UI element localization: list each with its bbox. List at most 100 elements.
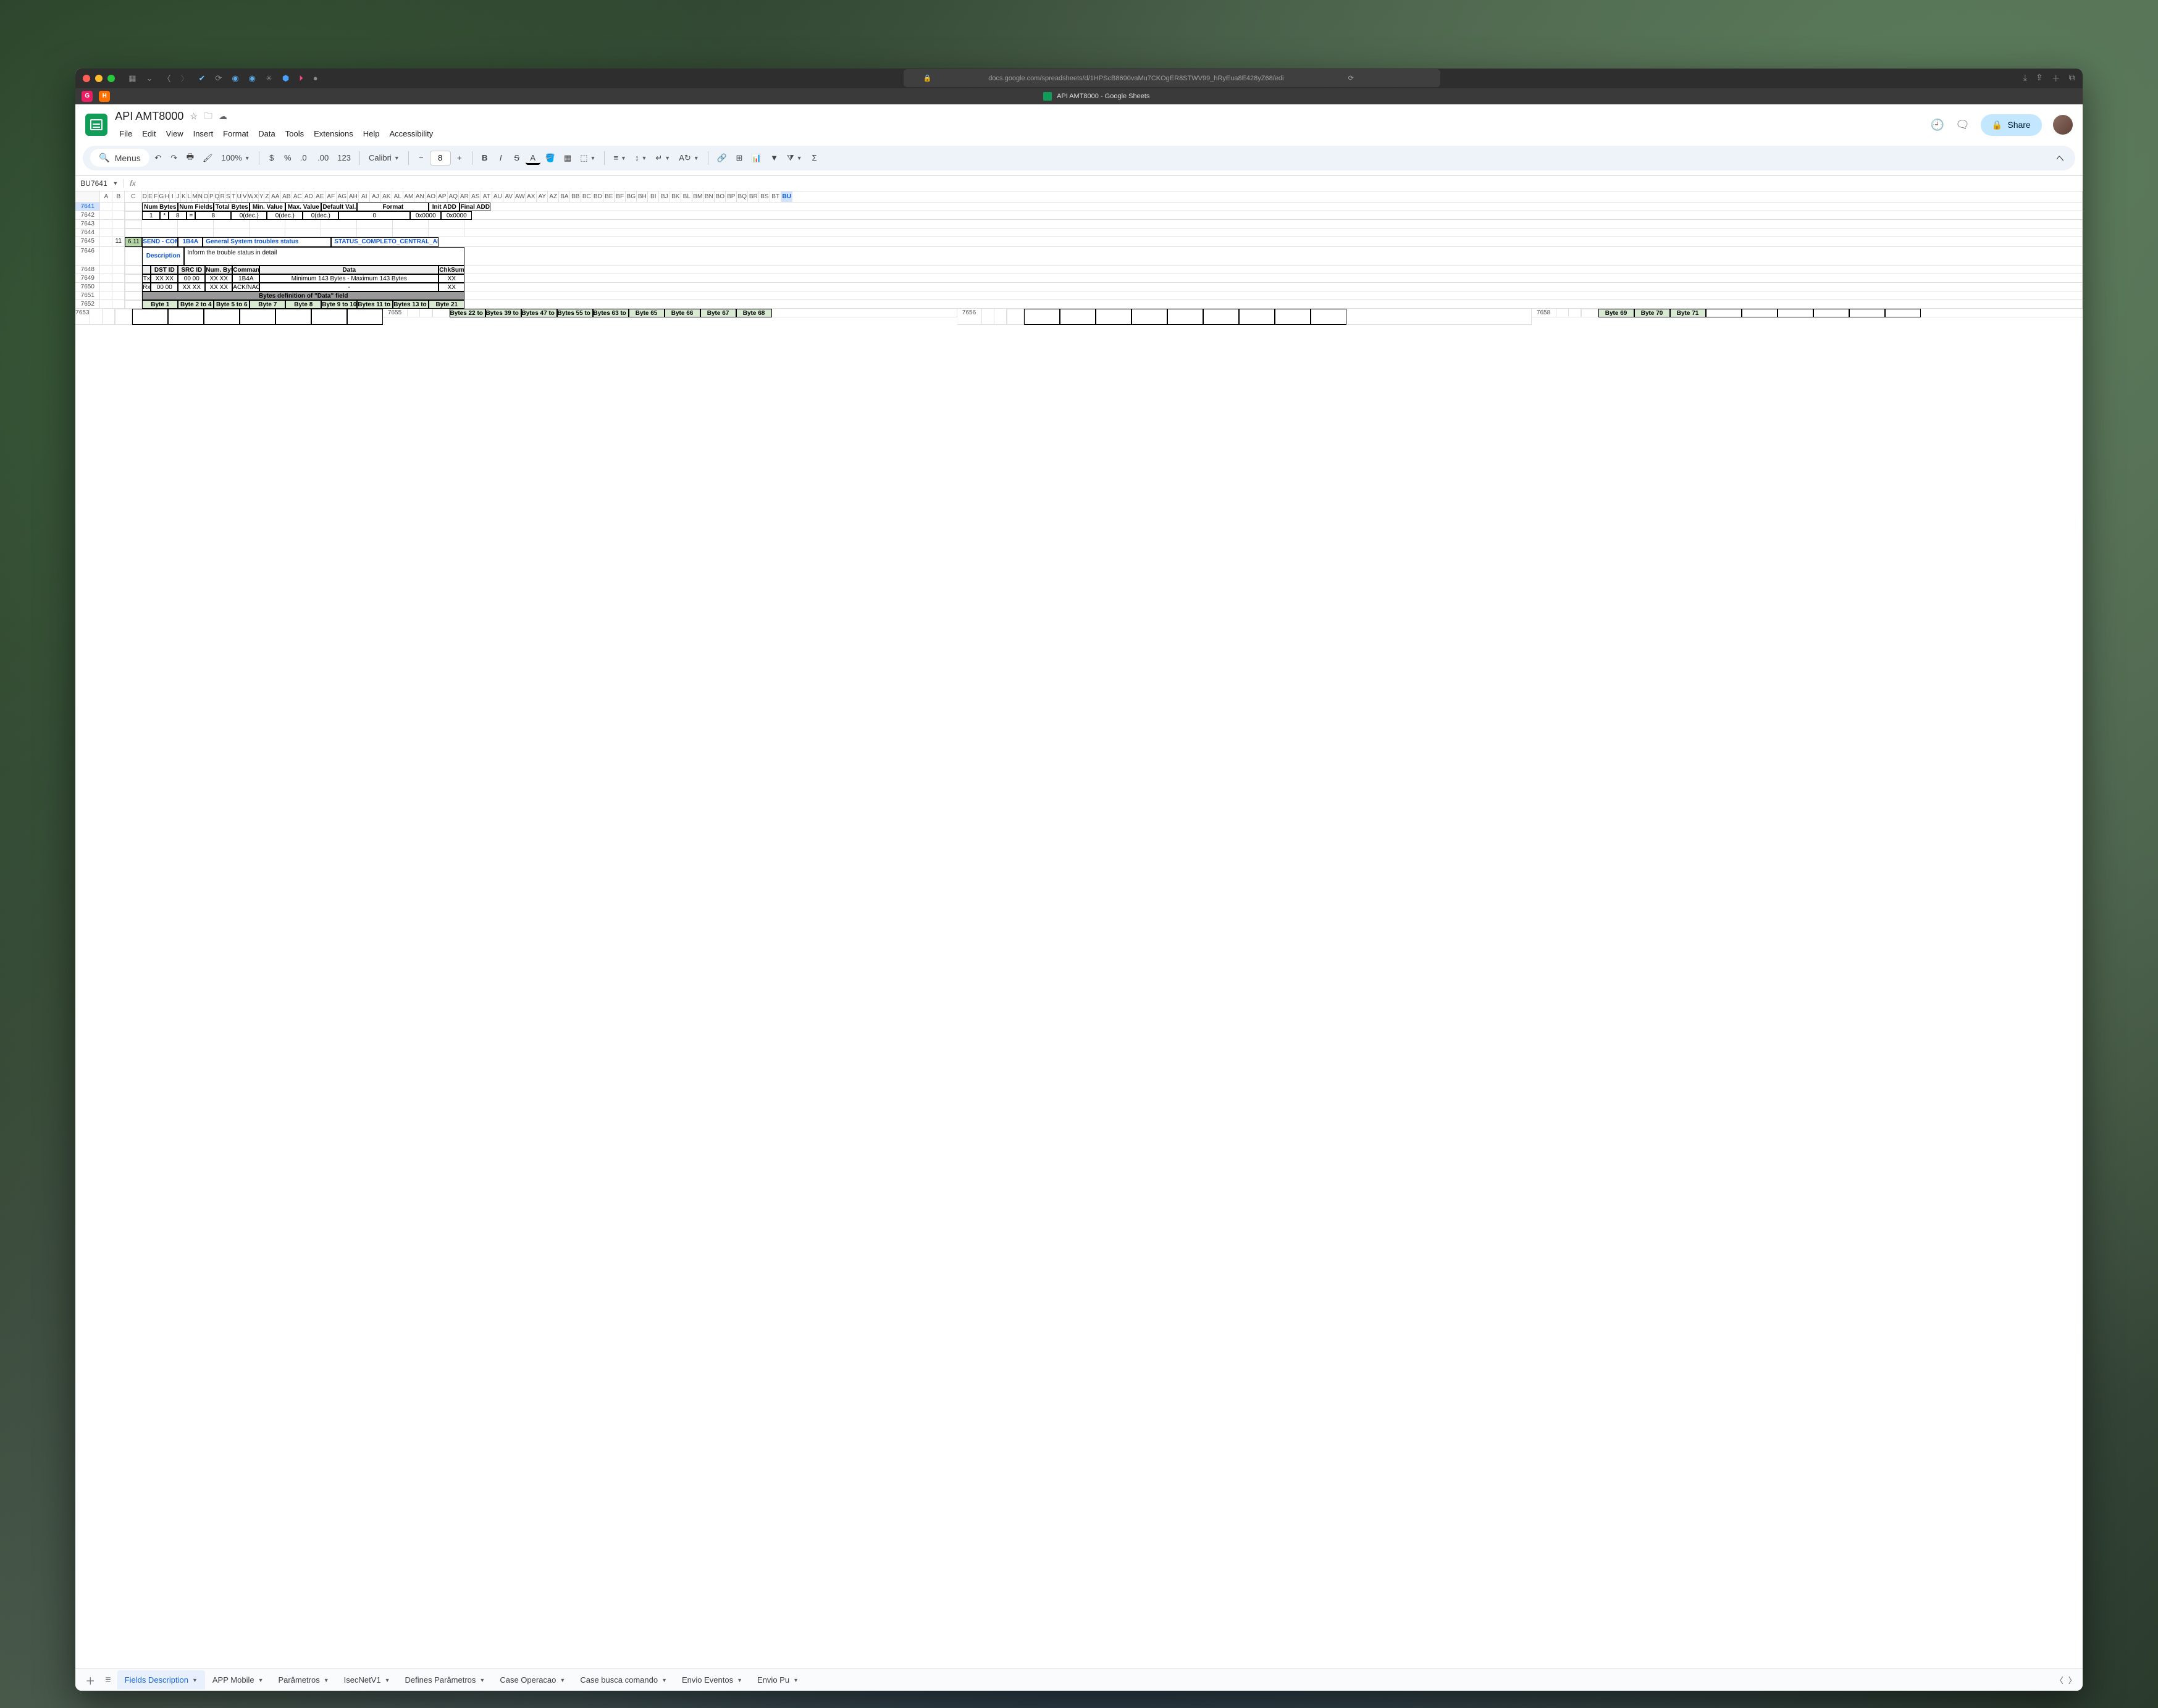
wrap-button[interactable]: ↵▼ — [652, 150, 674, 166]
tab-dropdown-icon[interactable]: ⌄ — [144, 73, 156, 83]
col-AH[interactable]: AH — [348, 191, 359, 202]
col-AX[interactable]: AX — [526, 191, 537, 202]
download-icon[interactable]: ⤓ — [2023, 72, 2027, 85]
col-AO[interactable]: AO — [426, 191, 437, 202]
select-all-corner[interactable] — [75, 191, 100, 202]
name-box[interactable]: BU7641 ▼ — [75, 179, 124, 188]
maximize-window[interactable] — [107, 75, 115, 82]
ext-icon-2[interactable]: ⟳ — [212, 73, 224, 83]
col-AA[interactable]: AA — [270, 191, 281, 202]
new-tab-icon[interactable]: ＋ — [2052, 72, 2060, 85]
col-AD[interactable]: AD — [303, 191, 314, 202]
col-BR[interactable]: BR — [748, 191, 759, 202]
sheet-tab-1[interactable]: APP Mobile ▼ — [205, 1670, 271, 1689]
col-M[interactable]: M — [192, 191, 198, 202]
col-AE[interactable]: AE — [314, 191, 325, 202]
col-AM[interactable]: AM — [403, 191, 414, 202]
row-7651[interactable]: 7651 — [75, 291, 100, 300]
menu-help[interactable]: Help — [359, 127, 384, 141]
back-icon[interactable]: 〈 — [160, 72, 173, 84]
menu-edit[interactable]: Edit — [138, 127, 160, 141]
col-O[interactable]: O — [203, 191, 209, 202]
ext-icon-1[interactable]: ✔ — [196, 73, 208, 83]
col-G[interactable]: G — [159, 191, 164, 202]
font-dropdown[interactable]: Calibri ▼ — [365, 150, 403, 165]
col-BD[interactable]: BD — [592, 191, 603, 202]
sheet-tab-6[interactable]: Case busca comando ▼ — [573, 1670, 674, 1689]
cloud-status-icon[interactable]: ☁ — [219, 111, 227, 122]
merge-button[interactable]: ⬚ ▼ — [576, 150, 599, 166]
menu-tools[interactable]: Tools — [281, 127, 308, 141]
menu-search[interactable]: 🔍 Menus — [90, 149, 149, 167]
italic-button[interactable]: I — [493, 150, 508, 165]
share-button[interactable]: 🔒 Share — [1981, 114, 2042, 136]
col-Q[interactable]: Q — [214, 191, 220, 202]
row-7652[interactable]: 7652 — [75, 300, 100, 309]
col-J[interactable]: J — [175, 191, 181, 202]
sheet-tab-7[interactable]: Envio Eventos ▼ — [674, 1670, 750, 1689]
col-T[interactable]: T — [231, 191, 237, 202]
row-7650[interactable]: 7650 — [75, 283, 100, 291]
close-window[interactable] — [83, 75, 90, 82]
col-BI[interactable]: BI — [648, 191, 659, 202]
col-AG[interactable]: AG — [337, 191, 348, 202]
sheet-tab-0[interactable]: Fields Description ▼ — [117, 1670, 205, 1689]
ext-pinned-2[interactable]: H — [99, 91, 110, 102]
col-AV[interactable]: AV — [503, 191, 514, 202]
currency-button[interactable]: $ — [264, 150, 279, 165]
ext-icon-3[interactable]: ◉ — [229, 73, 241, 83]
strike-button[interactable]: S — [510, 150, 524, 165]
row-7658[interactable]: 7658 — [1532, 309, 1556, 317]
menu-accessibility[interactable]: Accessibility — [385, 127, 437, 141]
all-sheets-button[interactable]: ≡ — [101, 1672, 114, 1688]
move-icon[interactable]: 🗀 — [204, 109, 212, 124]
col-W[interactable]: W — [248, 191, 253, 202]
col-V[interactable]: V — [242, 191, 248, 202]
address-bar[interactable]: 🔒docs.google.com/spreadsheets/d/1HPScB86… — [325, 69, 2018, 87]
scroll-tabs-left[interactable]: 〈 — [2055, 1674, 2064, 1686]
text-color-button[interactable]: A — [526, 151, 540, 165]
row-7649[interactable]: 7649 — [75, 274, 100, 283]
row-7644[interactable]: 7644 — [75, 228, 100, 237]
filter-button[interactable]: ▼ — [766, 150, 782, 165]
col-E[interactable]: E — [148, 191, 153, 202]
col-AZ[interactable]: AZ — [548, 191, 559, 202]
halign-button[interactable]: ≡▼ — [610, 150, 630, 165]
row-7656[interactable]: 7656 — [957, 309, 982, 325]
col-BM[interactable]: BM — [692, 191, 703, 202]
col-BK[interactable]: BK — [670, 191, 681, 202]
col-BU[interactable]: BU — [781, 191, 792, 202]
share-icon[interactable]: ⇪ — [2036, 72, 2043, 85]
row-7655[interactable]: 7655 — [383, 309, 408, 317]
history-icon[interactable]: 🕘 — [1931, 119, 1944, 132]
col-R[interactable]: R — [220, 191, 225, 202]
doc-title[interactable]: API AMT8000 — [115, 110, 183, 123]
grid-area[interactable]: ABCDEFGHIJKLMNOPQRSTUVWXYZAAABACADAEAFAG… — [75, 191, 2082, 1669]
comment-button[interactable]: ⊞ — [732, 150, 747, 166]
col-AK[interactable]: AK — [381, 191, 392, 202]
col-BE[interactable]: BE — [603, 191, 615, 202]
row-7641[interactable]: 7641 — [75, 203, 100, 211]
ext-icon-5[interactable]: ✳ — [263, 73, 275, 83]
percent-button[interactable]: % — [280, 150, 295, 165]
col-AC[interactable]: AC — [292, 191, 303, 202]
col-BC[interactable]: BC — [581, 191, 592, 202]
font-size-plus[interactable]: + — [452, 150, 467, 165]
row-7645[interactable]: 7645 — [75, 237, 100, 247]
font-size-minus[interactable]: − — [414, 150, 429, 165]
comments-icon[interactable]: 🗨 — [1955, 119, 1970, 132]
col-K[interactable]: K — [181, 191, 187, 202]
col-C[interactable]: C — [125, 191, 142, 202]
col-AW[interactable]: AW — [514, 191, 526, 202]
print-button[interactable]: 🖶 — [183, 148, 198, 168]
col-AB[interactable]: AB — [281, 191, 292, 202]
col-BH[interactable]: BH — [637, 191, 648, 202]
minimize-window[interactable] — [95, 75, 103, 82]
col-Z[interactable]: Z — [264, 191, 270, 202]
sheet-tab-4[interactable]: Defines Parâmetros ▼ — [398, 1670, 493, 1689]
col-AN[interactable]: AN — [414, 191, 426, 202]
valign-button[interactable]: ↕▼ — [631, 150, 650, 165]
col-AS[interactable]: AS — [470, 191, 481, 202]
reload-icon[interactable]: ⟳ — [1338, 72, 1397, 85]
ext-pinned-1[interactable]: G — [82, 91, 93, 102]
